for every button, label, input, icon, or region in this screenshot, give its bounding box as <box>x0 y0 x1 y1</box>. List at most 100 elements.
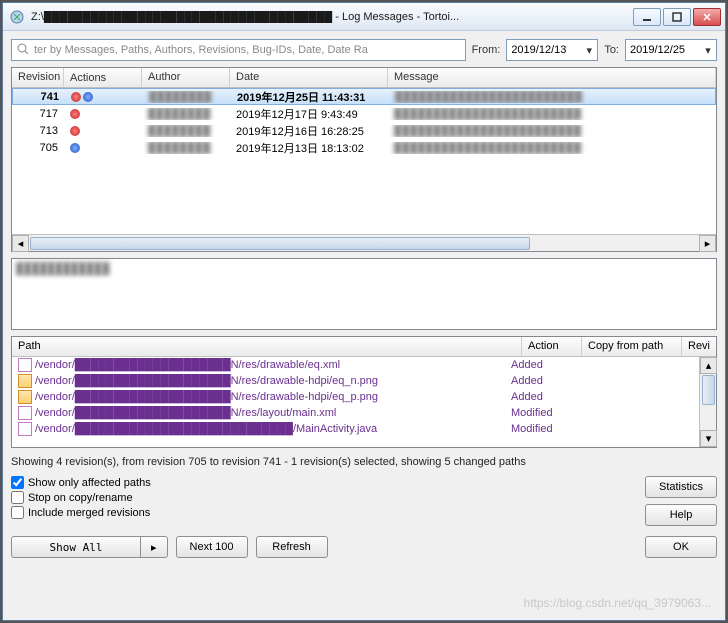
rev-date: 2019年12月13日 18:13:02 <box>230 140 388 156</box>
statistics-button[interactable]: Statistics <box>645 476 717 498</box>
header-rev[interactable]: Revi <box>682 337 716 356</box>
search-icon <box>16 42 30 59</box>
rev-date: 2019年12月17日 9:43:49 <box>230 106 388 122</box>
scroll-down-arrow[interactable]: ▾ <box>700 430 717 447</box>
path-action: Added <box>505 375 565 387</box>
next-100-button[interactable]: Next 100 <box>176 536 248 558</box>
checkbox-label: Include merged revisions <box>28 507 150 519</box>
path-row[interactable]: /vendor/████████████████████N/res/drawab… <box>12 373 699 389</box>
filter-input[interactable]: ter by Messages, Paths, Authors, Revisio… <box>11 39 466 61</box>
path-cell: /vendor/████████████████████N/res/drawab… <box>12 358 505 372</box>
path-action: Added <box>505 359 565 371</box>
filter-row: ter by Messages, Paths, Authors, Revisio… <box>11 39 717 61</box>
added-icon <box>70 143 80 153</box>
file-icon <box>18 390 32 404</box>
help-button[interactable]: Help <box>645 504 717 526</box>
path-row[interactable]: /vendor/████████████████████N/res/layout… <box>12 405 699 421</box>
header-author[interactable]: Author <box>142 68 230 87</box>
chevron-down-icon: ▾ <box>583 44 595 56</box>
path-row[interactable]: /vendor/████████████████████████████/Mai… <box>12 421 699 437</box>
file-icon <box>18 422 32 436</box>
header-action[interactable]: Action <box>522 337 582 356</box>
header-date[interactable]: Date <box>230 68 388 87</box>
include-merged-checkbox[interactable]: Include merged revisions <box>11 506 151 519</box>
rev-actions <box>64 126 142 136</box>
rev-author: ████████ <box>142 142 230 154</box>
show-affected-checkbox[interactable]: Show only affected paths <box>11 476 151 489</box>
from-date-value: 2019/12/13 <box>511 44 566 56</box>
revision-row[interactable]: 705████████2019年12月13日 18:13:02█████████… <box>12 139 716 156</box>
modified-icon <box>70 126 80 136</box>
path-cell: /vendor/████████████████████████████/Mai… <box>12 422 505 436</box>
rev-number: 741 <box>13 91 65 103</box>
rev-message: ████████████████████████ <box>388 108 716 120</box>
header-revision[interactable]: Revision <box>12 68 64 87</box>
from-date-picker[interactable]: 2019/12/13 ▾ <box>506 39 598 61</box>
commit-message-panel[interactable]: ████████████ <box>11 258 717 330</box>
path-action: Modified <box>505 407 565 419</box>
commit-message-text: ████████████ <box>16 263 712 275</box>
scroll-thumb[interactable] <box>702 375 715 405</box>
added-icon <box>83 92 93 102</box>
from-label: From: <box>472 44 501 56</box>
changed-paths-panel: Path Action Copy from path Revi /vendor/… <box>11 336 717 448</box>
scroll-left-arrow[interactable]: ◂ <box>12 235 29 252</box>
modified-icon <box>70 109 80 119</box>
rev-message: ████████████████████████ <box>388 125 716 137</box>
titlebar: Z:\█████████████████████████████████████… <box>3 3 725 31</box>
status-text: Showing 4 revision(s), from revision 705… <box>11 454 717 470</box>
show-all-dropdown[interactable]: ▸ <box>141 536 168 558</box>
horizontal-scrollbar[interactable]: ◂ ▸ <box>12 234 716 251</box>
header-path[interactable]: Path <box>12 337 522 356</box>
ok-button[interactable]: OK <box>645 536 717 558</box>
header-message[interactable]: Message <box>388 68 716 87</box>
file-icon <box>18 374 32 388</box>
rev-number: 713 <box>12 125 64 137</box>
vertical-scrollbar[interactable]: ▴ ▾ <box>699 357 716 447</box>
path-row[interactable]: /vendor/████████████████████N/res/drawab… <box>12 389 699 405</box>
header-actions[interactable]: Actions <box>64 68 142 87</box>
window-title: Z:\█████████████████████████████████████… <box>31 11 631 23</box>
show-all-button[interactable]: Show All <box>11 536 141 558</box>
checkbox-label: Stop on copy/rename <box>28 492 133 504</box>
show-all-split-button[interactable]: Show All ▸ <box>11 536 168 558</box>
checkbox-label: Show only affected paths <box>28 477 151 489</box>
rev-number: 705 <box>12 142 64 154</box>
maximize-button[interactable] <box>663 8 691 26</box>
revision-row[interactable]: 741████████2019年12月25日 11:43:31█████████… <box>12 88 716 105</box>
rev-actions <box>65 92 143 102</box>
header-copy-from[interactable]: Copy from path <box>582 337 682 356</box>
rev-date: 2019年12月16日 16:28:25 <box>230 123 388 139</box>
path-action: Modified <box>505 423 565 435</box>
close-button[interactable] <box>693 8 721 26</box>
path-text: /vendor/████████████████████N/res/layout… <box>35 407 336 419</box>
revision-list-panel: Revision Actions Author Date Message 741… <box>11 67 717 252</box>
path-text: /vendor/████████████████████N/res/drawab… <box>35 375 378 387</box>
file-icon <box>18 406 32 420</box>
checkbox-input[interactable] <box>11 491 24 504</box>
path-cell: /vendor/████████████████████N/res/layout… <box>12 406 505 420</box>
scroll-up-arrow[interactable]: ▴ <box>700 357 717 374</box>
modified-icon <box>71 92 81 102</box>
rev-author: ████████ <box>143 91 231 103</box>
path-cell: /vendor/████████████████████N/res/drawab… <box>12 374 505 388</box>
path-text: /vendor/████████████████████N/res/drawab… <box>35 391 378 403</box>
refresh-button[interactable]: Refresh <box>256 536 328 558</box>
rev-author: ████████ <box>142 125 230 137</box>
scroll-thumb[interactable] <box>30 237 530 250</box>
to-date-picker[interactable]: 2019/12/25 ▾ <box>625 39 717 61</box>
revision-row[interactable]: 717████████2019年12月17日 9:43:49██████████… <box>12 105 716 122</box>
app-icon <box>9 9 25 25</box>
minimize-button[interactable] <box>633 8 661 26</box>
path-headers: Path Action Copy from path Revi <box>12 337 716 357</box>
stop-on-copy-checkbox[interactable]: Stop on copy/rename <box>11 491 151 504</box>
path-row[interactable]: /vendor/████████████████████N/res/drawab… <box>12 357 699 373</box>
path-cell: /vendor/████████████████████N/res/drawab… <box>12 390 505 404</box>
revision-row[interactable]: 713 ████████2019年12月16日 16:28:25█████████… <box>12 122 716 139</box>
rev-actions <box>64 109 142 119</box>
rev-actions <box>64 143 142 153</box>
checkbox-input[interactable] <box>11 506 24 519</box>
checkbox-input[interactable] <box>11 476 24 489</box>
path-text: /vendor/████████████████████N/res/drawab… <box>35 359 340 371</box>
scroll-right-arrow[interactable]: ▸ <box>699 235 716 252</box>
